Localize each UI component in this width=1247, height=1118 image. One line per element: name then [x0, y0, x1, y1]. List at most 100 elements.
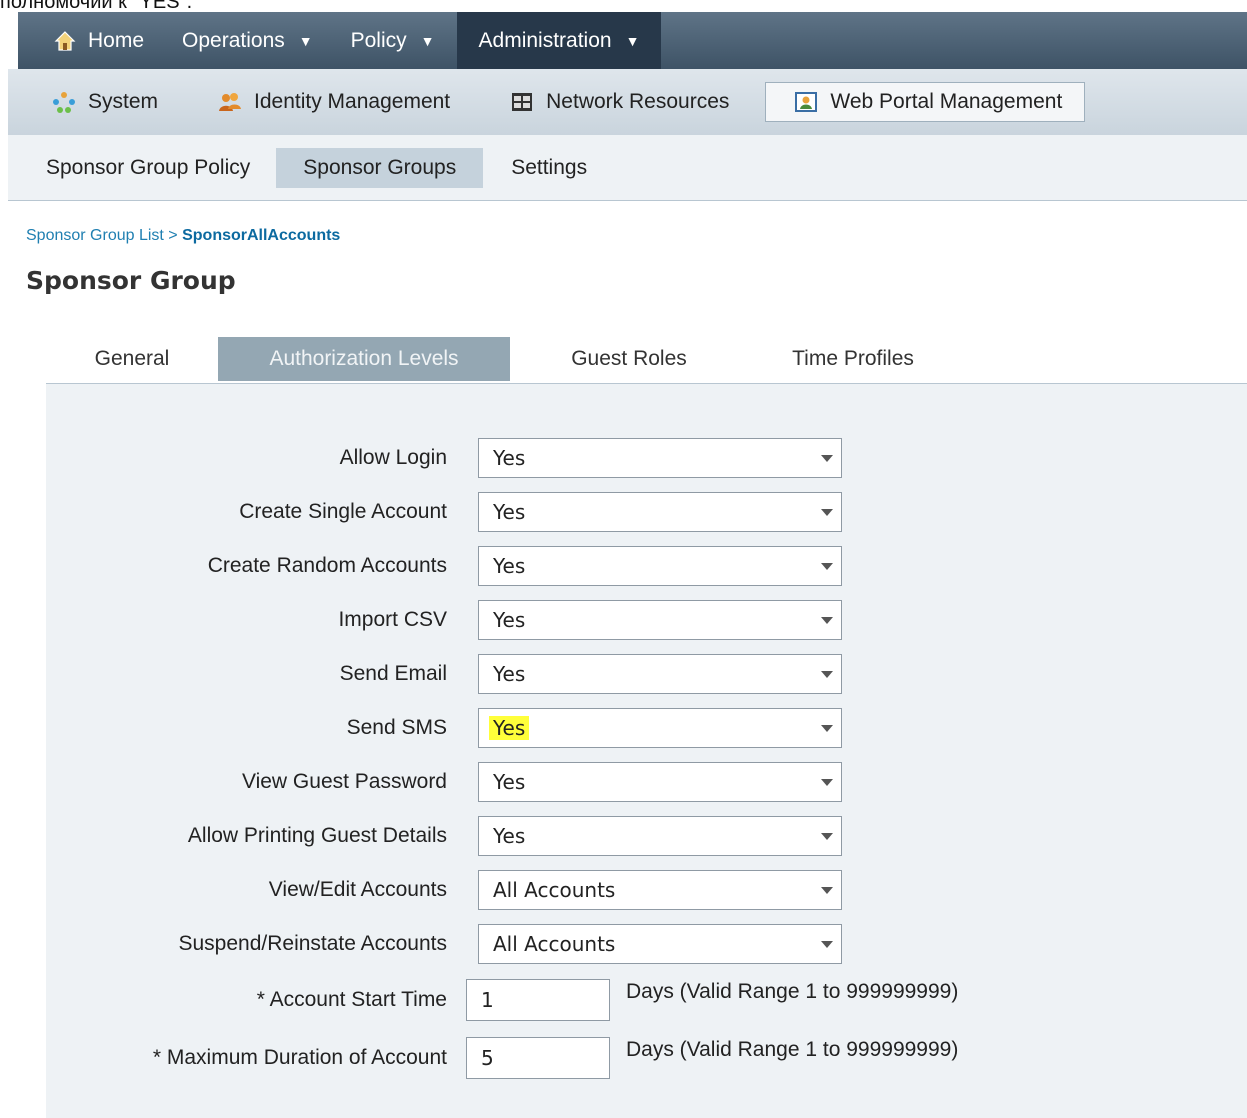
- authorization-select[interactable]: Yes: [478, 438, 842, 478]
- authorization-select[interactable]: Yes: [478, 600, 842, 640]
- home-icon: [54, 30, 76, 51]
- tab-settings[interactable]: Settings: [511, 148, 587, 188]
- chevron-down-icon: ▼: [298, 32, 313, 49]
- account-start-time-input[interactable]: 1: [466, 979, 610, 1021]
- subnav-network-label: Network Resources: [546, 90, 730, 113]
- form-row: Create Random Accounts Yes: [46, 546, 1247, 586]
- dropdown-arrow-icon: [821, 455, 833, 462]
- secondary-navigation: System Identity Management Network Resou…: [8, 69, 1247, 135]
- form-row: Suspend/Reinstate Accounts All Accounts: [46, 924, 1247, 964]
- authorization-select[interactable]: All Accounts: [478, 870, 842, 910]
- dropdown-arrow-icon: [821, 887, 833, 894]
- field-label: * Maximum Duration of Account: [152, 1046, 447, 1069]
- nav-operations[interactable]: Operations ▼: [182, 29, 313, 53]
- nav-policy-label: Policy: [350, 28, 407, 52]
- select-value: Yes: [493, 662, 526, 686]
- tab-spacer: [738, 337, 746, 381]
- subnav-identity-management[interactable]: Identity Management: [218, 90, 450, 114]
- authorization-select[interactable]: Yes: [478, 762, 842, 802]
- authorization-select[interactable]: Yes: [478, 546, 842, 586]
- form-row: Create Single Account Yes: [46, 492, 1247, 532]
- subnav-web-portal-management[interactable]: Web Portal Management: [765, 82, 1086, 122]
- form-row: Allow Printing Guest Details Yes: [46, 816, 1247, 856]
- page-title: Sponsor Group: [26, 266, 236, 295]
- dropdown-arrow-icon: [821, 725, 833, 732]
- select-value: Yes: [493, 554, 526, 578]
- authorization-select[interactable]: Yes: [478, 654, 842, 694]
- authorization-panel: Allow Login Yes Create Single Account Yes Cr…: [46, 384, 1247, 1118]
- field-label: Import CSV: [338, 608, 447, 631]
- breadcrumb-separator: >: [163, 227, 183, 244]
- authorization-select[interactable]: Yes: [478, 492, 842, 532]
- maximum-duration-row: * Maximum Duration of Account 5 Days (Va…: [46, 1037, 1247, 1079]
- subnav-identity-label: Identity Management: [254, 90, 451, 113]
- field-label: View/Edit Accounts: [268, 878, 447, 901]
- breadcrumb-current: SponsorAllAccounts: [182, 227, 341, 244]
- maximum-duration-input[interactable]: 5: [466, 1037, 610, 1079]
- field-label: * Account Start Time: [256, 988, 447, 1011]
- nav-administration[interactable]: Administration ▼: [456, 12, 662, 69]
- select-value: All Accounts: [493, 932, 616, 956]
- dropdown-arrow-icon: [821, 563, 833, 570]
- field-hint: Days (Valid Range 1 to 999999999): [626, 980, 959, 1003]
- tab-time-profiles[interactable]: Time Profiles: [746, 337, 960, 381]
- chevron-down-icon: ▼: [420, 32, 435, 49]
- tab-general[interactable]: General: [46, 337, 218, 381]
- system-icon: [53, 92, 75, 113]
- dropdown-arrow-icon: [821, 617, 833, 624]
- network-icon: [512, 93, 533, 111]
- tertiary-navigation: Sponsor Group Policy Sponsor Groups Sett…: [8, 135, 1247, 201]
- breadcrumb-link[interactable]: Sponsor Group List: [26, 227, 164, 244]
- form-row: Send Email Yes: [46, 654, 1247, 694]
- nav-policy[interactable]: Policy ▼: [351, 29, 435, 53]
- tab-guest-roles[interactable]: Guest Roles: [520, 337, 738, 381]
- field-label: View Guest Password: [241, 770, 447, 793]
- authorization-select[interactable]: Yes: [478, 708, 842, 748]
- web-portal-icon: [795, 92, 818, 112]
- dropdown-arrow-icon: [821, 509, 833, 516]
- nav-home[interactable]: Home: [54, 29, 144, 53]
- field-label: Send Email: [339, 662, 447, 685]
- form-row: Send SMS Yes: [46, 708, 1247, 748]
- field-label: Allow Login: [339, 446, 447, 469]
- field-label: Create Random Accounts: [207, 554, 447, 577]
- field-hint: Days (Valid Range 1 to 999999999): [626, 1038, 959, 1061]
- tab-authorization-levels[interactable]: Authorization Levels: [218, 337, 510, 381]
- top-navigation: Home Operations ▼ Policy ▼ Administratio…: [18, 12, 1247, 69]
- subnav-system[interactable]: System: [52, 90, 158, 114]
- subnav-system-label: System: [88, 90, 159, 113]
- tab-sponsor-groups[interactable]: Sponsor Groups: [276, 147, 484, 188]
- nav-administration-label: Administration: [478, 28, 612, 52]
- dropdown-arrow-icon: [821, 671, 833, 678]
- field-label: Create Single Account: [239, 500, 447, 523]
- chevron-down-icon: ▼: [625, 32, 640, 49]
- select-value: All Accounts: [493, 878, 616, 902]
- field-label: Send SMS: [346, 716, 447, 739]
- authorization-select[interactable]: All Accounts: [478, 924, 842, 964]
- nav-operations-label: Operations: [182, 28, 285, 52]
- select-value: Yes: [493, 608, 526, 632]
- select-value: Yes: [493, 446, 526, 470]
- select-value: Yes: [493, 770, 526, 794]
- users-icon: [219, 93, 242, 111]
- authorization-select[interactable]: Yes: [478, 816, 842, 856]
- dropdown-arrow-icon: [821, 779, 833, 786]
- subnav-network-resources[interactable]: Network Resources: [510, 90, 729, 114]
- subnav-webportal-label: Web Portal Management: [830, 90, 1063, 113]
- form-row: View Guest Password Yes: [46, 762, 1247, 802]
- form-row: Import CSV Yes: [46, 600, 1247, 640]
- account-start-time-row: * Account Start Time 1 Days (Valid Range…: [46, 979, 1247, 1021]
- select-value: Yes: [493, 824, 526, 848]
- nav-home-label: Home: [88, 28, 145, 52]
- select-value: Yes: [489, 716, 530, 740]
- field-label: Suspend/Reinstate Accounts: [178, 932, 447, 955]
- tab-spacer: [510, 337, 520, 381]
- dropdown-arrow-icon: [821, 833, 833, 840]
- field-label: Allow Printing Guest Details: [187, 824, 447, 847]
- form-row: View/Edit Accounts All Accounts: [46, 870, 1247, 910]
- section-tabs: General Authorization Levels Guest Roles…: [46, 337, 960, 383]
- breadcrumb: Sponsor Group List > SponsorAllAccounts: [26, 227, 340, 245]
- form-row: Allow Login Yes: [46, 438, 1247, 478]
- tab-sponsor-group-policy[interactable]: Sponsor Group Policy: [46, 148, 250, 188]
- select-value: Yes: [493, 500, 526, 524]
